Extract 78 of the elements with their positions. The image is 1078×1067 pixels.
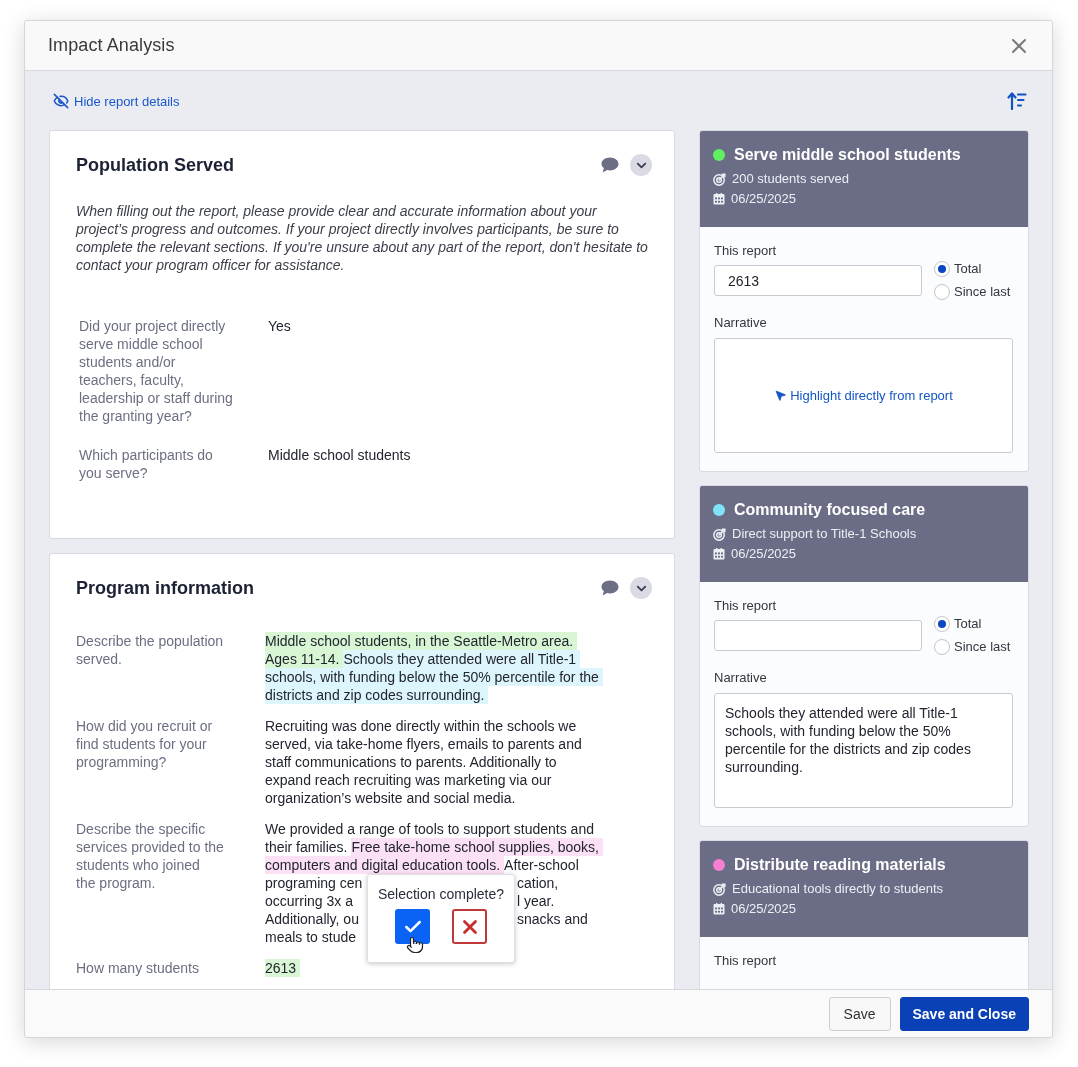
goal-date: 06/25/2025 [731,545,797,563]
section-instructions: When filling out the report, please provide clear and accurate information about your project’s progress and outcomes. If your project directly involves participants, be sure to complete the relevant sections. If you're unsure about any part of the report, don't hesitate to contact your program officer for assistance. [76,202,649,274]
field-label: This report [714,598,777,614]
highlighted-text: Middle school students, in the Seattle-Metro area. [265,632,578,650]
save-and-close-button[interactable]: Save and Close [899,996,1029,1031]
calendar-icon [713,548,725,560]
answer-text: Additionally, ou [265,910,360,928]
radio-option[interactable]: Total [934,615,1011,633]
answer-text: staff communications to parents. Additionally to [265,753,558,771]
collapse-button[interactable] [630,577,652,599]
answer-text: Middle school students [268,446,411,464]
answer-text: After-school [504,856,580,874]
question-label: How many students [76,959,199,977]
answer-text: Recruiting was done directly within the schools we [265,717,578,735]
target-icon [713,172,726,186]
radio-option[interactable]: Total [934,260,1011,278]
question-label: Which participants do you serve? [79,446,213,482]
field-label: Narrative [714,315,767,331]
answer-text: Yes [268,317,291,335]
answer-text: expand reach recruiting was marketing via our [265,771,553,789]
field-label: This report [714,243,777,259]
calendar-icon [713,903,725,915]
goal-target: Educational tools directly to students [732,880,943,898]
highlighted-text: 2613 [265,959,301,977]
report-input-field[interactable] [714,620,922,651]
highlighted-text: districts and zip codes surrounding. [265,686,489,704]
radio-option[interactable]: Since last [934,638,1011,656]
goal-title: Serve middle school students [734,145,961,165]
section-title: Program information [76,577,254,600]
answer-text: snacks and [517,910,589,928]
answer-text: We provided a range of tools to support students and [265,820,595,838]
highlighted-text: Ages 11-14. [265,650,344,668]
highlighted-text: Free take-home school supplies, books, [351,838,603,856]
highlighted-text: schools, with funding below the 50% percentile for the [265,668,603,686]
hand-cursor-icon [406,936,424,954]
radio-option[interactable]: Since last [934,283,1011,301]
sort-icon[interactable] [1007,92,1027,110]
highlighted-text: Schools they attended were all Title-1 [343,650,581,668]
comment-icon[interactable] [601,157,619,173]
cancel-button[interactable] [452,909,487,944]
popover-question: Selection complete? [377,885,505,903]
answer-text: their families. [265,838,349,856]
answer-text: served, via take-home flyers, emails to parents and [265,735,583,753]
field-label: This report [714,953,777,969]
dialog-title: Impact Analysis [48,35,175,56]
goal-title: Community focused care [734,500,926,520]
target-icon [713,882,726,896]
question-label: Describe the population served. [76,632,224,668]
answer-text: programing cen [265,874,364,892]
highlight-link[interactable]: Highlight directly from report [774,388,953,403]
answer-text: l year. [517,892,556,910]
confirm-button[interactable] [395,909,430,944]
section-title: Population Served [76,154,235,177]
answer-text: occurring 3x a [265,892,354,910]
narrative-field[interactable]: Highlight directly from report [714,338,1013,453]
report-input-field[interactable]: 2613 [714,265,922,296]
hide-details-link[interactable]: Hide report details [53,93,180,109]
eye-slash-icon [53,93,69,109]
calendar-icon [713,193,725,205]
goal-title: Distribute reading materials [734,855,946,875]
question-label: Describe the specific services provided to the students who joined the program. [76,820,224,892]
goal-target: Direct support to Title-1 Schools [732,525,917,543]
goal-date: 06/25/2025 [731,900,797,918]
question-label: How did you recruit or find students for your programming? [76,717,213,771]
goal-date: 06/25/2025 [731,190,797,208]
comment-icon[interactable] [601,580,619,596]
collapse-button[interactable] [630,154,652,176]
save-button[interactable]: Save [828,996,891,1031]
narrative-field[interactable]: Schools they attended were all Title-1 schools, with funding below the 50% percentile for the districts and zip codes surrounding. [714,693,1013,808]
field-label: Narrative [714,670,767,686]
goal-target: 200 students served [732,170,850,188]
target-icon [713,527,726,541]
answer-text: organization’s website and social media. [265,789,517,807]
cursor-arrow-icon [774,389,788,402]
answer-text: cation, [517,874,560,892]
answer-text: meals to stude [265,928,358,946]
question-label: Did your project directly serve middle school students and/or teachers, faculty, leadership or staff during the granting year? [79,317,233,425]
highlighted-text: computers and digital education tools. [265,856,505,874]
